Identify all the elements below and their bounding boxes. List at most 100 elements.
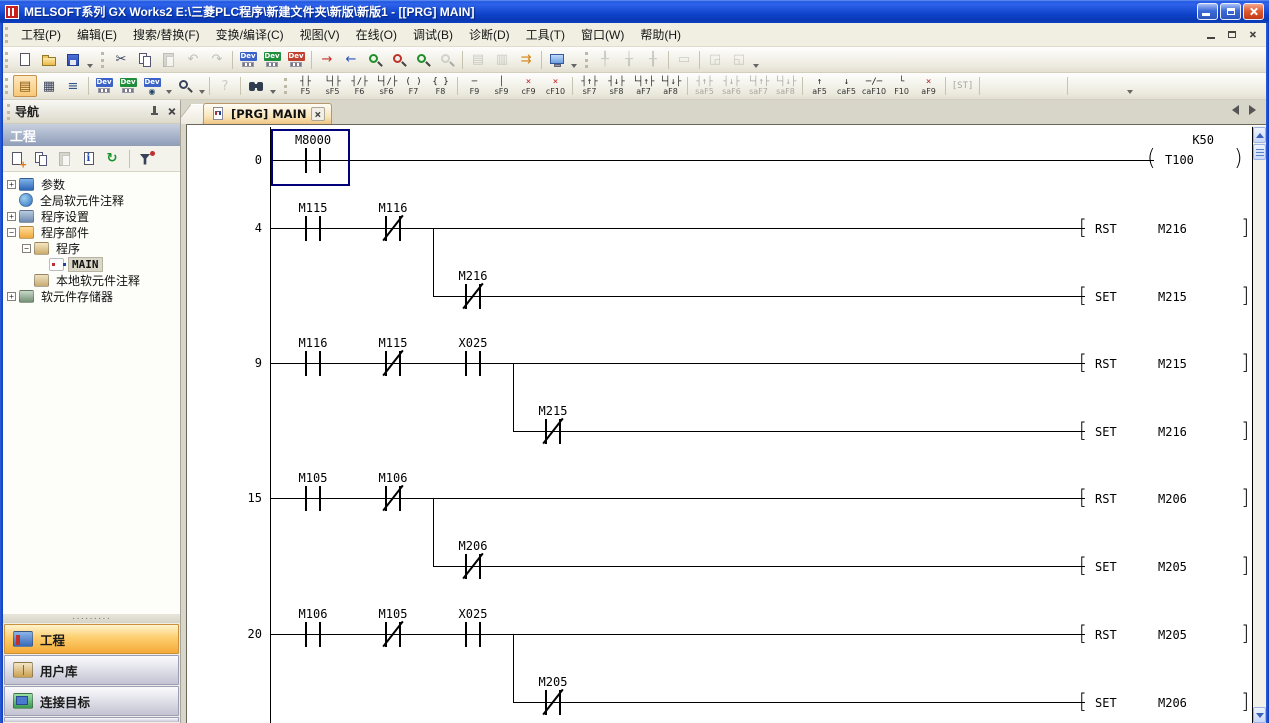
panel-grip[interactable] [7,104,11,120]
toolbar-grip[interactable] [101,52,105,68]
open-contact-button[interactable]: ┤├F5 [292,74,319,99]
write-to-plc-button[interactable]: → [315,49,339,71]
close-button[interactable] [1243,3,1264,20]
view-button-user-library[interactable]: 用户库 [4,655,179,685]
rising-pulse-op-button[interactable]: ↑aF5 [806,74,833,99]
menu-view[interactable]: 视图(V) [292,22,348,47]
close-contact-button[interactable]: ┤/├F6 [346,74,373,99]
module-configuration-button[interactable]: ▦ [37,75,61,97]
device-find-dropdown-arrow[interactable] [197,75,206,97]
cut-button[interactable]: ✂ [109,49,133,71]
scroll-tabs-right-button[interactable] [1246,104,1258,116]
navigation-window-toggle-button[interactable]: ▤ [13,75,37,97]
edit-inline-st-button[interactable] [1037,74,1064,99]
device-monitor-window-button[interactable] [260,49,284,71]
falling-pulse-contact-button[interactable]: ┤↓├sF8 [603,74,630,99]
menu-window[interactable]: 窗口(W) [573,22,632,47]
zoom-button[interactable] [1098,74,1125,99]
toolbar-grip[interactable] [5,52,9,68]
expander-icon[interactable]: − [7,228,16,237]
or-open-contact-button[interactable]: └┤├sF5 [319,74,346,99]
toolbar-overflow-chevron[interactable] [569,49,578,71]
delete-horizontal-line-button[interactable]: ×cF9 [515,74,542,99]
or-falling-pulse-button[interactable]: └┤↓├aF8 [657,74,684,99]
document-restore-button[interactable] [1224,28,1239,41]
menu-online[interactable]: 在线(O) [348,22,405,47]
document-minimize-button[interactable] [1203,28,1218,41]
scroll-tabs-left-button[interactable] [1229,104,1241,116]
draw-line-button[interactable]: └F10 [888,74,915,99]
view-button-partial[interactable] [4,717,179,722]
sort-data-button[interactable] [135,148,157,170]
new-project-button[interactable] [13,49,37,71]
new-data-button[interactable] [6,148,28,170]
online-program-change-button[interactable]: ⇉ [514,49,538,71]
menu-project[interactable]: 工程(P) [13,22,69,47]
toolbar-overflow-chevron[interactable] [751,49,760,71]
save-project-button[interactable] [61,49,85,71]
panel-close-icon[interactable] [167,107,175,115]
tree-item-global-device-comment[interactable]: 全局软元件注释 [3,192,180,208]
refresh-view-button[interactable] [102,148,124,170]
copy-data-button[interactable] [30,148,52,170]
scrollbar-track[interactable] [1253,160,1266,706]
horizontal-line-button[interactable]: ─F9 [461,74,488,99]
device-comment-display-button[interactable] [92,75,116,97]
tree-item-device-memory[interactable]: +软元件存储器 [3,288,180,304]
menu-help[interactable]: 帮助(H) [632,22,689,47]
document-close-button[interactable] [1245,28,1260,41]
start-simulation-button[interactable] [545,49,569,71]
tree-item-parameter[interactable]: +参数 [3,176,180,192]
open-project-button[interactable] [37,49,61,71]
ladder-editor-canvas[interactable] [186,124,1266,723]
device-find-button[interactable] [173,75,197,97]
cross-reference-button[interactable] [244,75,268,97]
coil-button[interactable]: ( )F7 [400,74,427,99]
toolbar-grip[interactable] [5,78,9,94]
monitor-stop-button[interactable] [387,49,411,71]
view-button-project[interactable]: 工程 [4,624,179,654]
monitor-start-button[interactable] [363,49,387,71]
read-from-plc-button[interactable]: ← [339,49,363,71]
expander-icon[interactable]: − [22,244,31,253]
expander-icon[interactable]: + [7,180,16,189]
expander-icon[interactable]: + [7,212,16,221]
intelligent-function-module-button[interactable] [284,49,308,71]
tree-item-program[interactable]: −程序 [3,240,180,256]
menu-diagnostics[interactable]: 诊断(D) [461,22,518,47]
edit-contact-coil-button[interactable] [1010,74,1037,99]
or-rising-pulse-button[interactable]: └┤↑├aF7 [630,74,657,99]
copy-button[interactable] [133,49,157,71]
application-instruction-button[interactable]: { }F8 [427,74,454,99]
view-button-connection-destination[interactable]: 连接目标 [4,686,179,716]
restore-button[interactable] [1220,3,1241,20]
delete-vertical-line-button[interactable]: ×cF10 [542,74,569,99]
toolbar-overflow-chevron[interactable] [1125,75,1134,97]
expander-icon[interactable]: + [7,292,16,301]
menubar-grip[interactable] [5,27,9,43]
tree-item-program-setting[interactable]: +程序设置 [3,208,180,224]
minimize-button[interactable] [1197,3,1218,20]
comment-display-mode-button[interactable] [140,75,164,97]
toolbar-grip[interactable] [585,52,589,68]
task-list-button[interactable]: ≡ [61,75,85,97]
tree-item-main[interactable]: MAIN [3,256,180,272]
tree-item-pou[interactable]: −程序部件 [3,224,180,240]
tab-prg-main[interactable]: [PRG] MAIN [203,103,332,124]
falling-pulse-op-button[interactable]: ↓caF5 [833,74,860,99]
menu-debug[interactable]: 调试(B) [405,22,461,47]
toolbar-overflow-chevron[interactable] [268,75,277,97]
menu-convert-compile[interactable]: 变换/编译(C) [208,22,292,47]
data-properties-button[interactable] [78,148,100,170]
device-label-display-button[interactable] [116,75,140,97]
scroll-down-button[interactable] [1253,707,1266,723]
tree-item-local-device-comment[interactable]: 本地软元件注释 [3,272,180,288]
vertical-line-button[interactable]: │sF9 [488,74,515,99]
scroll-option-button[interactable] [1253,144,1266,160]
device-comment-button[interactable] [236,49,260,71]
delete-line-button[interactable]: ×aF9 [915,74,942,99]
monitor-write-mode-button[interactable] [411,49,435,71]
toolbar-overflow-chevron[interactable] [85,49,94,71]
comment-display-mode-dropdown-arrow[interactable] [164,75,173,97]
tab-close-button[interactable] [311,107,325,121]
